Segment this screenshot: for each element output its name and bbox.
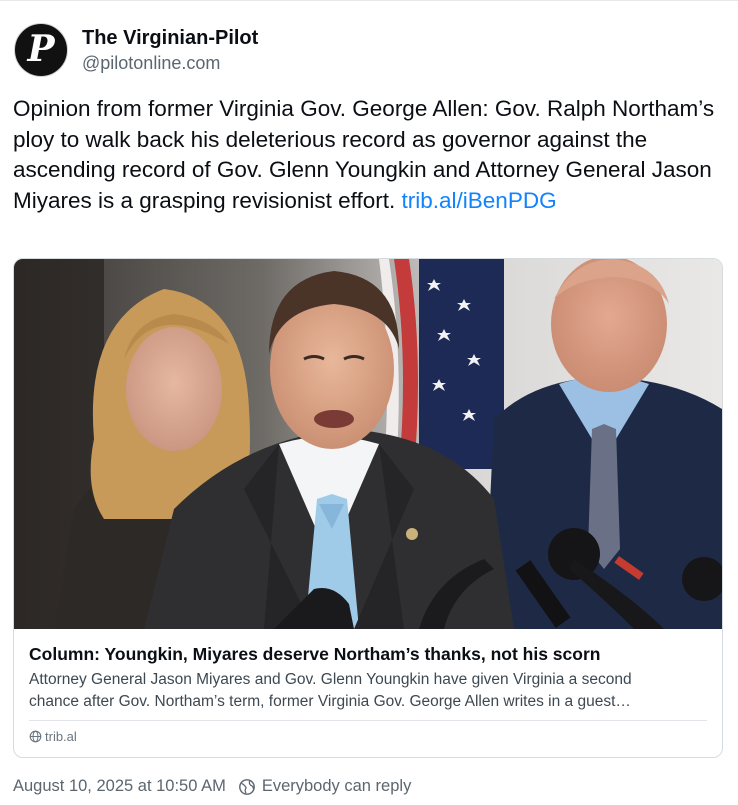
reply-setting-text: Everybody can reply [261,777,412,795]
embed-description-line-1: Attorney General Jason Miyares and Gov. … [29,671,632,688]
link-embed-card[interactable]: Column: Youngkin, Miyares deserve Northa… [13,258,723,758]
post-text: Opinion from former Virginia Gov. George… [13,94,725,216]
post-footer: August 10, 2025 at 10:50 AM Everybody ca… [13,777,411,796]
globe-reply-icon [238,778,255,795]
embed-divider [29,720,707,721]
embed-description-line-2: chance after Gov. Northam’s term, former… [29,692,631,710]
globe-icon [29,730,42,743]
embed-description: Attorney General Jason Miyares and Gov. … [29,669,713,712]
embed-thumbnail-image [14,259,722,629]
embed-domain-text: trib.al [45,729,77,744]
newspaper-logo-icon: P [27,28,55,70]
post-timestamp[interactable]: August 10, 2025 at 10:50 AM [13,777,226,796]
post-link[interactable]: trib.al/iBenPDG [402,188,557,213]
post-thread-item: P The Virginian-Pilot @pilotonline.com O… [0,0,738,805]
avatar[interactable]: P [14,23,68,77]
post-body-text: Opinion from former Virginia Gov. George… [13,96,715,213]
author-display-name[interactable]: The Virginian-Pilot [82,25,258,51]
reply-setting[interactable]: Everybody can reply [238,777,412,796]
author-names: The Virginian-Pilot @pilotonline.com [82,25,258,75]
embed-domain: trib.al [29,729,77,744]
post-header: P The Virginian-Pilot @pilotonline.com [14,23,258,77]
embed-title: Column: Youngkin, Miyares deserve Northa… [29,644,601,664]
author-handle[interactable]: @pilotonline.com [82,51,258,75]
